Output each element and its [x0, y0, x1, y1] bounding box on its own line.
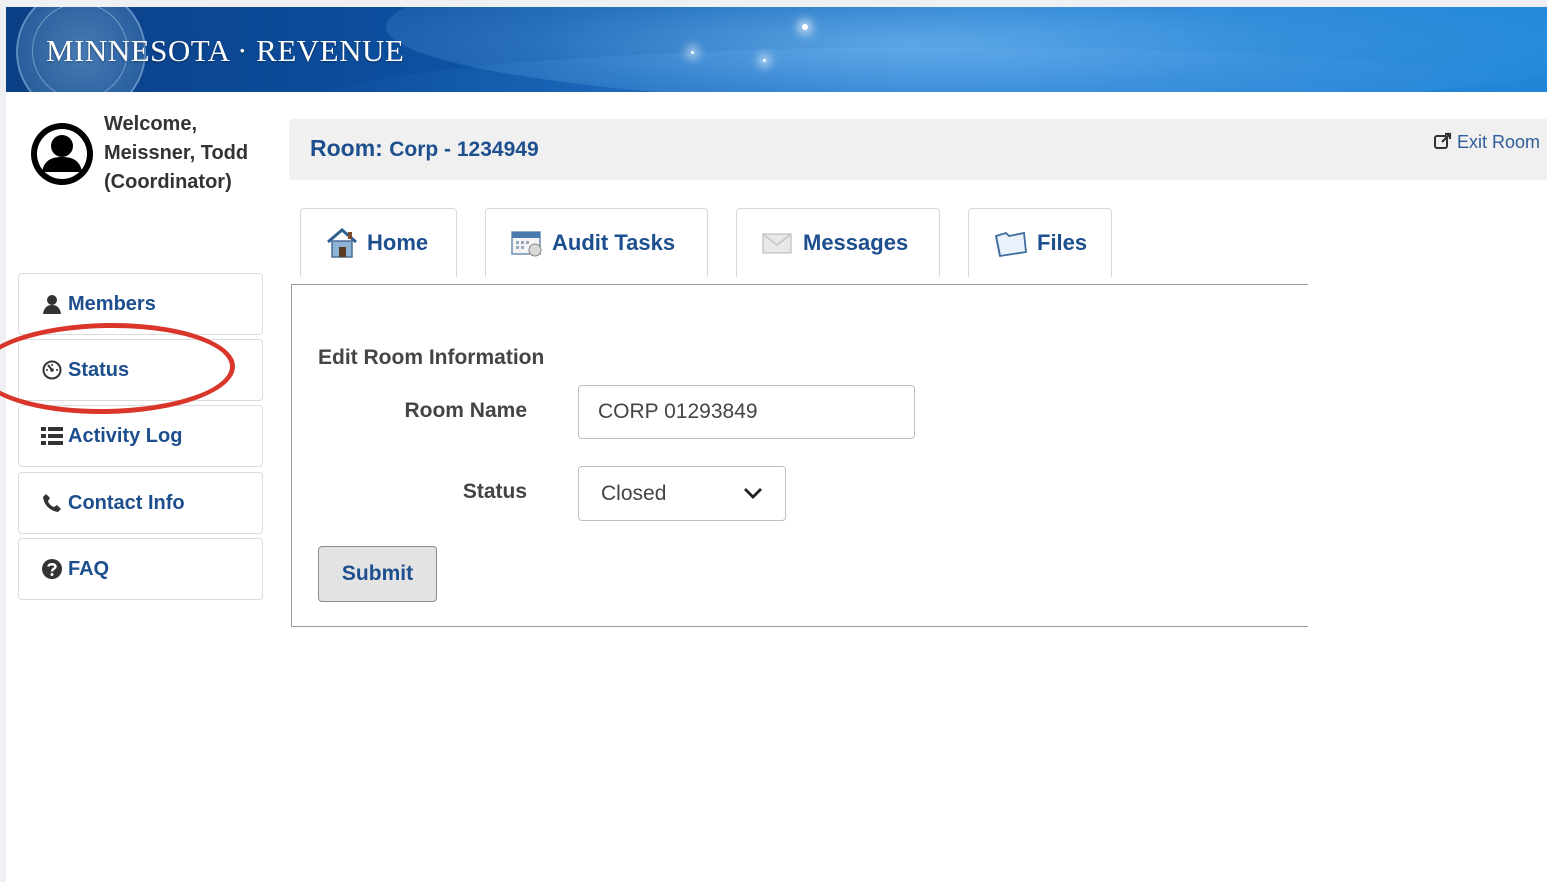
banner-sparkle: [763, 59, 766, 62]
status-label: Status: [462, 480, 527, 503]
highlight-annotation-ellipse: [0, 320, 236, 417]
banner-sparkle: [691, 51, 694, 54]
room-label: Room:: [310, 135, 383, 161]
tab-audit-tasks-label: Audit Tasks: [552, 230, 676, 255]
tab-home[interactable]: Home: [300, 208, 457, 277]
external-link-icon: [1434, 132, 1452, 155]
tab-audit-tasks[interactable]: Audit Tasks: [485, 208, 708, 277]
tab-messages-label: Messages: [803, 230, 909, 255]
room-name-value: Corp - 1234949: [389, 138, 539, 161]
user-role: (Coordinator): [104, 171, 232, 193]
screenshot-edge-left: [0, 0, 6, 882]
room-name-input[interactable]: [578, 385, 915, 439]
house-icon: [325, 227, 359, 259]
sidebar-item-label: Activity Log: [68, 424, 183, 447]
tab-home-label: Home: [367, 230, 429, 255]
exit-room-label: Exit Room: [1457, 132, 1541, 152]
screenshot-edge-top: [0, 0, 1547, 7]
phone-icon: [41, 493, 63, 513]
banner-sparkle: [802, 24, 808, 30]
question-icon: [41, 559, 63, 579]
sidebar-item-activity-log[interactable]: Activity Log: [18, 405, 263, 467]
exit-room-link[interactable]: Exit Room: [1434, 132, 1540, 155]
panel-title: Edit Room Information: [318, 346, 545, 369]
room-header-bar: Room: Corp - 1234949 Exit Room: [289, 119, 1547, 180]
calendar-icon: [510, 227, 544, 259]
folder-icon: [993, 228, 1029, 258]
submit-button[interactable]: Submit: [318, 546, 437, 602]
sidebar-item-label: Contact Info: [68, 491, 185, 514]
sidebar-item-contact-info[interactable]: Contact Info: [18, 472, 263, 534]
header-banner: MINNESOTA · REVENUE: [6, 7, 1547, 92]
tab-files-label: Files: [1037, 230, 1088, 255]
edit-room-panel: Edit Room Information Room Name Status C…: [291, 284, 1308, 627]
list-icon: [41, 427, 63, 445]
tab-files[interactable]: Files: [968, 208, 1112, 277]
chevron-down-icon: [743, 482, 763, 506]
sidebar-item-label: Members: [68, 292, 156, 315]
welcome-greeting: Welcome,: [104, 113, 197, 135]
envelope-icon: [761, 230, 795, 256]
user-avatar-icon: [31, 123, 93, 185]
status-select[interactable]: Closed: [578, 466, 786, 521]
welcome-message: Welcome, Meissner, Todd (Coordinator): [104, 110, 274, 197]
room-title: Room: Corp - 1234949: [310, 135, 539, 162]
user-name: Meissner, Todd: [104, 142, 249, 164]
room-name-label: Room Name: [404, 399, 527, 422]
user-icon: [41, 294, 63, 314]
tab-messages[interactable]: Messages: [736, 208, 940, 277]
sidebar-item-faq[interactable]: FAQ: [18, 538, 263, 600]
site-logo-title[interactable]: MINNESOTA · REVENUE: [46, 33, 404, 69]
sidebar-item-label: FAQ: [68, 557, 110, 580]
status-selected-value: Closed: [601, 481, 667, 505]
